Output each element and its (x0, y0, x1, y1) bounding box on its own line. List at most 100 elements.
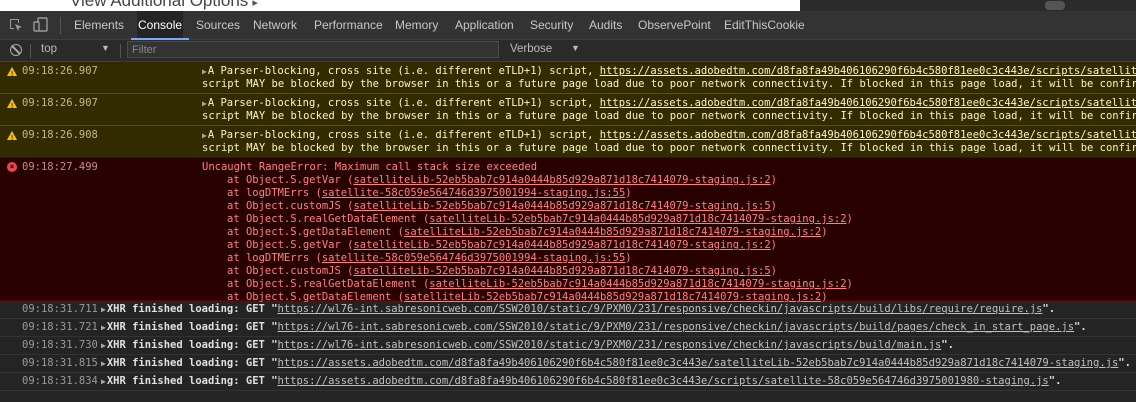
error-message: × 09:18:27.499 Uncaught RangeError: Maxi… (0, 157, 1136, 303)
xhr-text: XHR finished loading: GET " (106, 339, 278, 351)
expand-triangle-icon[interactable]: ▶ (101, 373, 106, 390)
tab-editthiscookie[interactable]: EditThisCookie (723, 11, 806, 39)
stack-frame: at Object.S.getDataElement (satelliteLib… (227, 226, 1136, 239)
stack-function: at logDTMErrs ( (227, 252, 322, 264)
timestamp: 09:18:31.815 (22, 357, 98, 369)
tab-elements[interactable]: Elements (73, 11, 125, 39)
divider (30, 44, 31, 58)
stack-source-link[interactable]: satelliteLib-52eb5bab7c914a0444b85d929a8… (353, 265, 770, 277)
xhr-suffix: ". (941, 339, 954, 351)
xhr-message: 09:18:31.721 ▶XHR finished loading: GET "… (0, 319, 1136, 337)
error-icon: × (7, 162, 17, 172)
caret-right-icon: ▸ (252, 0, 258, 9)
stack-source-link[interactable]: satelliteLib-52eb5bab7c914a0444b85d929a8… (429, 213, 846, 225)
expand-triangle-icon[interactable]: ▶ (202, 97, 207, 110)
console-filter-bar: top ▼ Filter Verbose ▼ (0, 40, 1136, 62)
stack-source-link[interactable]: satelliteLib-52eb5bab7c914a0444b85d929a8… (353, 200, 770, 212)
xhr-text: XHR finished loading: GET " (106, 303, 278, 315)
xhr-url-link[interactable]: https://wl76-int.sabresonicweb.com/SSW20… (278, 321, 1075, 333)
log-level-caret-icon[interactable]: ▼ (571, 43, 580, 53)
stack-source-link[interactable]: satelliteLib-52eb5bab7c914a0444b85d929a8… (429, 278, 846, 290)
stack-function: at Object.S.realGetDataElement ( (227, 213, 430, 225)
tab-application[interactable]: Application (454, 11, 515, 39)
toolbar-divider (60, 17, 61, 34)
script-url-link[interactable]: https://assets.adobedtm.com/d8fa8fa49b40… (600, 65, 1136, 77)
warning-message: 09:18:26.907 ▶A Parser-blocking, cross si… (0, 62, 1136, 94)
view-additional-options-link[interactable]: View Additional Options ▸ (70, 0, 258, 11)
warning-line-2: script MAY be blocked by the browser in … (202, 142, 1136, 154)
filter-input[interactable]: Filter (127, 41, 499, 58)
stack-source-link[interactable]: satellite-58c059e564746d3975001994-stagi… (322, 187, 625, 199)
xhr-url-link[interactable]: https://assets.adobedtm.com/d8fa8fa49b40… (278, 357, 1119, 369)
tab-memory[interactable]: Memory (394, 11, 439, 39)
warning-message: 09:18:26.907 ▶A Parser-blocking, cross si… (0, 93, 1136, 126)
device-toolbar-icon[interactable] (33, 17, 49, 33)
stack-function: at Object.S.getDataElement ( (227, 226, 405, 238)
xhr-text: XHR finished loading: GET " (106, 375, 278, 387)
expand-triangle-icon[interactable]: ▶ (101, 319, 106, 336)
timestamp: 09:18:26.907 (22, 97, 98, 109)
page-image (800, 0, 1136, 11)
timestamp: 09:18:26.907 (22, 65, 98, 77)
inspect-element-icon[interactable] (8, 17, 24, 33)
xhr-url-link[interactable]: https://wl76-int.sabresonicweb.com/SSW20… (278, 339, 942, 351)
stack-close-paren: ) (625, 187, 632, 199)
stack-source-link[interactable]: satelliteLib-52eb5bab7c914a0444b85d929a8… (353, 174, 770, 186)
expand-triangle-icon[interactable]: ▶ (101, 337, 106, 354)
page-strip: View Additional Options ▸ (0, 0, 1136, 11)
console-output: 09:18:26.907▶A Parser-blocking, cross si… (0, 62, 1136, 402)
warning-icon (7, 67, 17, 81)
xhr-message: 09:18:31.730 ▶XHR finished loading: GET "… (0, 337, 1136, 355)
stack-close-paren: ) (625, 252, 632, 264)
tab-security[interactable]: Security (529, 11, 574, 39)
tab-console[interactable]: Console (130, 11, 190, 40)
stack-close-paren: ) (846, 213, 853, 225)
stack-source-link[interactable]: satellite-58c059e564746d3975001994-stagi… (322, 252, 625, 264)
stack-source-link[interactable]: satelliteLib-52eb5bab7c914a0444b85d929a8… (404, 226, 821, 238)
warning-line-1: ▶A Parser-blocking, cross site (i.e. dif… (202, 97, 1136, 110)
warning-icon (7, 99, 17, 113)
stack-function: at Object.S.realGetDataElement ( (227, 278, 430, 290)
stack-close-paren: ) (770, 239, 777, 251)
stack-function: at Object.customJS ( (227, 200, 354, 212)
tab-audits[interactable]: Audits (588, 11, 623, 39)
context-caret-icon[interactable]: ▼ (101, 43, 110, 53)
timestamp: 09:18:31.834 (22, 375, 98, 387)
warning-text: A Parser-blocking, cross site (i.e. diff… (207, 65, 600, 77)
stack-frame: at Object.customJS (satelliteLib-52eb5ba… (227, 265, 1136, 278)
xhr-url-link[interactable]: https://wl76-int.sabresonicweb.com/SSW20… (278, 303, 1043, 315)
xhr-text: XHR finished loading: GET " (106, 321, 278, 333)
context-select[interactable]: top (41, 43, 57, 55)
expand-triangle-icon[interactable]: ▶ (202, 65, 207, 78)
stack-frame: at Object.S.realGetDataElement (satellit… (227, 278, 1136, 291)
stack-function: at Object.customJS ( (227, 265, 354, 277)
xhr-url-link[interactable]: https://assets.adobedtm.com/d8fa8fa49b40… (278, 375, 1049, 387)
tab-performance[interactable]: Performance (313, 11, 384, 39)
tab-observepoint[interactable]: ObservePoint (637, 11, 712, 39)
script-url-link[interactable]: https://assets.adobedtm.com/d8fa8fa49b40… (600, 129, 1136, 141)
xhr-suffix: ". (1042, 303, 1056, 315)
devtools-tab-bar: Elements Console Sources Network Performance… (0, 11, 1136, 40)
expand-triangle-icon[interactable]: ▶ (101, 301, 106, 318)
xhr-suffix: ". (1074, 321, 1087, 333)
divider (120, 44, 121, 58)
error-text: Uncaught RangeError: Maximum call stack … (202, 161, 538, 173)
stack-function: at Object.S.getVar ( (227, 174, 354, 186)
stack-frame: at Object.S.realGetDataElement (satellit… (227, 213, 1136, 226)
warning-text: A Parser-blocking, cross site (i.e. diff… (207, 97, 600, 109)
stack-frame: at Object.S.getVar (satelliteLib-52eb5ba… (227, 239, 1136, 252)
tab-sources[interactable]: Sources (195, 11, 241, 39)
expand-triangle-icon[interactable]: ▶ (101, 355, 106, 372)
stack-close-paren: ) (770, 174, 777, 186)
script-url-link[interactable]: https://assets.adobedtm.com/d8fa8fa49b40… (600, 97, 1136, 109)
expand-triangle-icon[interactable]: ▶ (202, 129, 207, 142)
timestamp: 09:18:26.908 (22, 129, 98, 141)
tab-network[interactable]: Network (252, 11, 298, 39)
clear-console-icon[interactable] (10, 44, 22, 56)
stack-function: at logDTMErrs ( (227, 187, 322, 199)
warning-line-1: ▶A Parser-blocking, cross site (i.e. dif… (202, 129, 1136, 142)
timestamp: 09:18:31.711 (22, 303, 98, 315)
log-level-select[interactable]: Verbose (510, 43, 552, 55)
stack-source-link[interactable]: satelliteLib-52eb5bab7c914a0444b85d929a8… (353, 239, 770, 251)
stack-close-paren: ) (821, 226, 828, 238)
